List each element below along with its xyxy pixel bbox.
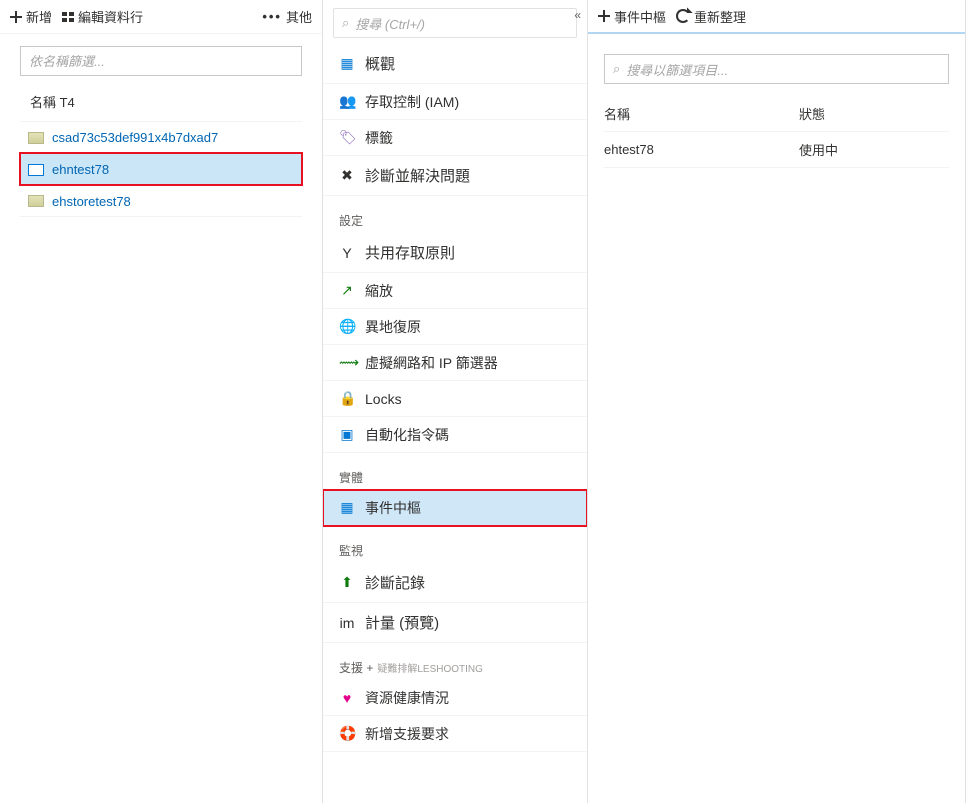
event-hubs-table: 名稱 狀態 ehtest78 使用中 xyxy=(604,96,949,168)
automation-icon: ▣ xyxy=(339,426,355,443)
menu-label: 資源健康情況 xyxy=(365,688,449,708)
right-toolbar: 事件中樞 重新整理 xyxy=(588,0,965,34)
menu-search[interactable]: ⌕ 搜尋 (Ctrl+/) xyxy=(333,8,577,38)
event-hubs-panel: 事件中樞 重新整理 ⌕ 搜尋以篩選項目... 名稱 狀態 ehtest78 使用… xyxy=(588,0,966,803)
menu-label: 診斷並解決問題 xyxy=(365,165,470,186)
columns-icon xyxy=(62,12,74,22)
resource-menu-panel: « ⌕ 搜尋 (Ctrl+/) ▦ 概觀 👥 存取控制 (IAM) 🏷 標籤 ✖… xyxy=(323,0,588,803)
overview-icon: ▦ xyxy=(339,55,355,72)
eventhub-namespace-icon xyxy=(28,164,44,176)
menu-iam[interactable]: 👥 存取控制 (IAM) xyxy=(323,84,587,120)
menu-label: 新增支援要求 xyxy=(365,724,449,744)
more-button[interactable]: ••• 其他 xyxy=(262,7,312,26)
ellipsis-icon: ••• xyxy=(262,9,282,24)
menu-label: 虛擬網路和 IP 篩選器 xyxy=(365,353,498,373)
group-settings: 設定 xyxy=(323,196,587,233)
globe-icon: 🌐 xyxy=(339,318,355,335)
plus-icon xyxy=(598,10,610,22)
menu-label: 縮放 xyxy=(365,281,393,301)
menu-diag-logs[interactable]: ⬆ 診斷記錄 xyxy=(323,563,587,603)
support-icon: 🛟 xyxy=(339,725,355,742)
menu-label: 異地復原 xyxy=(365,317,421,337)
col-status[interactable]: 狀態 xyxy=(799,104,949,123)
table-row[interactable]: ehtest78 使用中 xyxy=(604,132,949,168)
lock-icon: 🔒 xyxy=(339,390,355,407)
menu-label: 標籤 xyxy=(365,128,393,148)
tag-icon: 🏷 xyxy=(339,129,355,146)
search-icon: ⌕ xyxy=(613,61,620,77)
add-button[interactable]: 新增 xyxy=(10,7,52,26)
menu-vnet[interactable]: ⟿ 虛擬網路和 IP 篩選器 xyxy=(323,345,587,381)
metrics-icon: im xyxy=(339,615,355,631)
refresh-button[interactable]: 重新整理 xyxy=(676,7,746,26)
menu-tags[interactable]: 🏷 標籤 xyxy=(323,120,587,156)
menu-automation[interactable]: ▣ 自動化指令碼 xyxy=(323,417,587,453)
filter-placeholder: 搜尋以篩選項目... xyxy=(626,60,728,79)
resource-label: csad73c53def991x4b7dxad7 xyxy=(52,130,218,145)
plus-icon xyxy=(10,11,22,23)
menu-event-hubs[interactable]: ▦ 事件中樞 xyxy=(323,490,587,526)
search-icon: ⌕ xyxy=(342,15,349,31)
col-name[interactable]: 名稱 xyxy=(604,104,799,123)
eventhub-icon: ▦ xyxy=(339,499,355,516)
menu-locks[interactable]: 🔒 Locks xyxy=(323,381,587,417)
scale-icon: ↗ xyxy=(339,282,355,299)
storage-icon xyxy=(28,132,44,144)
menu-label: 自動化指令碼 xyxy=(365,425,449,445)
group-monitor: 監視 xyxy=(323,526,587,563)
group-support: 支援 +疑難排解LESHOOTING xyxy=(323,643,587,680)
menu-geo-recovery[interactable]: 🌐 異地復原 xyxy=(323,309,587,345)
left-toolbar: 新增 編輯資料行 ••• 其他 xyxy=(0,0,322,34)
menu-overview[interactable]: ▦ 概觀 xyxy=(323,44,587,84)
menu-label: 診斷記錄 xyxy=(365,572,425,593)
resource-item[interactable]: ehntest78 xyxy=(20,153,302,185)
filter-by-name[interactable] xyxy=(20,46,302,76)
refresh-icon xyxy=(676,9,690,23)
iam-icon: 👥 xyxy=(339,93,355,110)
resource-item[interactable]: csad73c53def991x4b7dxad7 xyxy=(20,121,302,153)
menu-shared-access[interactable]: Y 共用存取原則 xyxy=(323,233,587,273)
resource-list-panel: 新增 編輯資料行 ••• 其他 名稱 T4 csad73c53def991x4b… xyxy=(0,0,323,803)
resource-label: ehntest78 xyxy=(52,162,109,177)
menu-diagnose[interactable]: ✖ 診斷並解決問題 xyxy=(323,156,587,196)
menu-scale[interactable]: ↗ 縮放 xyxy=(323,273,587,309)
menu-label: 概觀 xyxy=(365,53,395,74)
menu-label: 存取控制 (IAM) xyxy=(365,92,459,112)
resource-item[interactable]: ehstoretest78 xyxy=(20,185,302,217)
filter-input[interactable] xyxy=(29,54,293,69)
diagnostic-icon: ⬆ xyxy=(339,574,355,591)
group-entities: 實體 xyxy=(323,453,587,490)
resource-label: ehstoretest78 xyxy=(52,194,131,209)
menu-label: 計量 (預覽) xyxy=(365,612,439,633)
health-icon: ♥ xyxy=(339,690,355,706)
filter-items[interactable]: ⌕ 搜尋以篩選項目... xyxy=(604,54,949,84)
storage-icon xyxy=(28,195,44,207)
table-header: 名稱 狀態 xyxy=(604,96,949,132)
search-placeholder: 搜尋 (Ctrl+/) xyxy=(355,14,425,33)
menu-metrics[interactable]: im 計量 (預覽) xyxy=(323,603,587,643)
menu-label: 共用存取原則 xyxy=(365,242,455,263)
row-name: ehtest78 xyxy=(604,142,799,157)
network-icon: ⟿ xyxy=(339,354,355,371)
add-event-hub-label: 事件中樞 xyxy=(614,7,666,26)
add-label: 新增 xyxy=(26,7,52,26)
tools-icon: ✖ xyxy=(339,167,355,184)
edit-columns-label: 編輯資料行 xyxy=(78,7,143,26)
menu-label: 事件中樞 xyxy=(365,498,421,518)
more-label: 其他 xyxy=(286,7,312,26)
resource-list: csad73c53def991x4b7dxad7 ehntest78 ehsto… xyxy=(0,121,322,217)
column-header-name[interactable]: 名稱 T4 xyxy=(0,88,322,121)
edit-columns-button[interactable]: 編輯資料行 xyxy=(62,7,143,26)
menu-resource-health[interactable]: ♥ 資源健康情況 xyxy=(323,680,587,716)
collapse-icon[interactable]: « xyxy=(574,8,581,22)
row-status: 使用中 xyxy=(799,140,949,159)
menu-label: Locks xyxy=(365,391,402,407)
add-event-hub-button[interactable]: 事件中樞 xyxy=(598,7,666,26)
menu-support-request[interactable]: 🛟 新增支援要求 xyxy=(323,716,587,752)
refresh-label: 重新整理 xyxy=(694,7,746,26)
key-icon: Y xyxy=(339,245,355,261)
